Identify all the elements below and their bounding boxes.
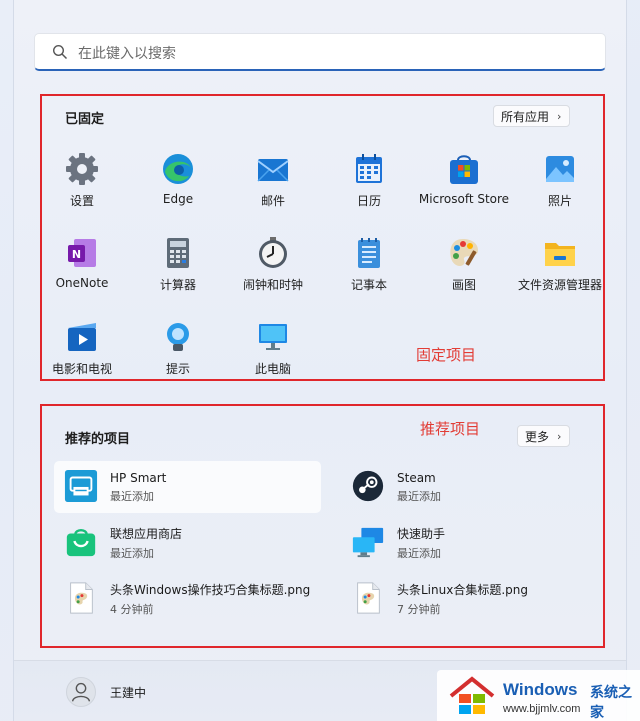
photos-icon: [543, 152, 577, 186]
watermark-cn: 系统之家: [590, 685, 632, 721]
paint-icon: [447, 236, 481, 270]
app-label: 计算器: [159, 278, 196, 292]
app-label: Edge: [162, 192, 194, 206]
recommended-item-lenovo-store[interactable]: 联想应用商店 最近添加: [54, 517, 321, 569]
app-label: 提示: [165, 362, 190, 376]
windows-house-logo-icon: [449, 676, 495, 714]
calendar-icon: [352, 152, 386, 186]
edge-icon: [161, 152, 195, 186]
recommended-item-name: 快速助手: [397, 527, 446, 541]
app-onenote[interactable]: N OneNote: [34, 236, 130, 290]
mail-icon: [256, 152, 290, 186]
all-apps-button[interactable]: 所有应用 ›: [493, 105, 571, 127]
site-watermark: Windows 系统之家 www.bjjmlv.com: [437, 670, 640, 721]
app-label: 日历: [356, 194, 381, 208]
more-label: 更多: [525, 429, 550, 444]
recommended-item-sub: 最近添加: [110, 547, 154, 560]
app-file-explorer[interactable]: 文件资源管理器: [512, 236, 608, 293]
folder-icon: [543, 236, 577, 270]
pinned-annotation: 固定项目: [416, 346, 477, 364]
lenovo-store-icon: [64, 525, 100, 561]
app-label: 闹钟和时钟: [242, 278, 303, 292]
search-placeholder: 在此键入以搜索: [78, 46, 176, 62]
app-photos[interactable]: 照片: [512, 152, 608, 209]
watermark-url: www.bjjmlv.com: [503, 703, 581, 715]
app-calendar[interactable]: 日历: [321, 152, 417, 209]
chevron-right-icon: ›: [557, 109, 562, 123]
app-label: 此电脑: [254, 362, 291, 376]
app-label: 照片: [547, 194, 572, 208]
app-notepad[interactable]: 记事本: [321, 236, 417, 293]
app-paint[interactable]: 画图: [416, 236, 512, 293]
app-label: Microsoft Store: [418, 192, 510, 206]
tips-icon: [161, 320, 195, 354]
clock-icon: [256, 236, 290, 270]
recommended-title: 推荐的项目: [65, 432, 131, 447]
store-icon: [447, 152, 481, 186]
app-label: 设置: [69, 194, 94, 208]
app-label: 画图: [451, 278, 476, 292]
app-edge[interactable]: Edge: [130, 152, 226, 206]
notepad-icon: [352, 236, 386, 270]
app-label: 邮件: [260, 194, 285, 208]
watermark-title: Windows: [503, 680, 578, 699]
app-label: 文件资源管理器: [517, 278, 602, 292]
recommended-item-sub: 最近添加: [397, 547, 441, 560]
app-label: 电影和电视: [51, 362, 112, 376]
chevron-right-icon: ›: [557, 429, 562, 443]
app-settings[interactable]: 设置: [34, 152, 130, 209]
recommended-item-name: 头条Linux合集标题.png: [397, 583, 528, 597]
recommended-item-name: Steam: [397, 470, 436, 485]
recommended-item-sub: 4 分钟前: [110, 603, 154, 616]
hp-smart-icon: [64, 469, 100, 505]
recommended-item-quick-assist[interactable]: 快速助手 最近添加: [341, 517, 591, 569]
app-tips[interactable]: 提示: [130, 320, 226, 377]
user-name[interactable]: 王建中: [110, 684, 146, 701]
search-icon: [52, 44, 68, 60]
user-avatar[interactable]: [66, 677, 96, 707]
settings-icon: [65, 152, 99, 186]
app-label: OneNote: [55, 276, 109, 290]
recommended-item-steam[interactable]: Steam 最近添加: [341, 461, 591, 513]
app-movies-tv[interactable]: 电影和电视: [34, 320, 130, 377]
app-calculator[interactable]: 计算器: [130, 236, 226, 293]
pinned-title: 已固定: [65, 112, 105, 127]
recommended-item-name: 联想应用商店: [110, 527, 183, 541]
recommended-item-file-windows[interactable]: 头条Windows操作技巧合集标题.png 4 分钟前: [54, 573, 334, 625]
quick-assist-icon: [351, 525, 387, 561]
recommended-annotation: 推荐项目: [420, 420, 481, 438]
recommended-item-sub: 最近添加: [110, 489, 154, 503]
app-microsoft-store[interactable]: Microsoft Store: [416, 152, 512, 206]
recommended-item-sub: 7 分钟前: [397, 603, 441, 616]
more-button[interactable]: 更多 ›: [517, 425, 571, 447]
recommended-item-hp-smart[interactable]: HP Smart 最近添加: [54, 461, 321, 513]
pc-icon: [256, 320, 290, 354]
app-this-pc[interactable]: 此电脑: [225, 320, 321, 377]
app-alarms-clock[interactable]: 闹钟和时钟: [225, 236, 321, 293]
all-apps-label: 所有应用: [501, 109, 550, 124]
recommended-item-name: 头条Windows操作技巧合集标题.png: [110, 583, 311, 597]
movies-icon: [65, 320, 99, 354]
search-box[interactable]: 在此键入以搜索: [34, 33, 606, 71]
recommended-item-name: HP Smart: [110, 470, 167, 485]
svg-text:N: N: [72, 248, 81, 261]
onenote-icon: N: [65, 236, 99, 270]
steam-icon: [351, 469, 387, 505]
recommended-item-file-linux[interactable]: 头条Linux合集标题.png 7 分钟前: [341, 573, 591, 625]
user-icon: [71, 682, 91, 702]
calculator-icon: [161, 236, 195, 270]
image-file-icon: [64, 581, 100, 617]
app-label: 记事本: [350, 278, 387, 292]
image-file-icon: [351, 581, 387, 617]
recommended-item-sub: 最近添加: [397, 489, 441, 503]
app-mail[interactable]: 邮件: [225, 152, 321, 209]
